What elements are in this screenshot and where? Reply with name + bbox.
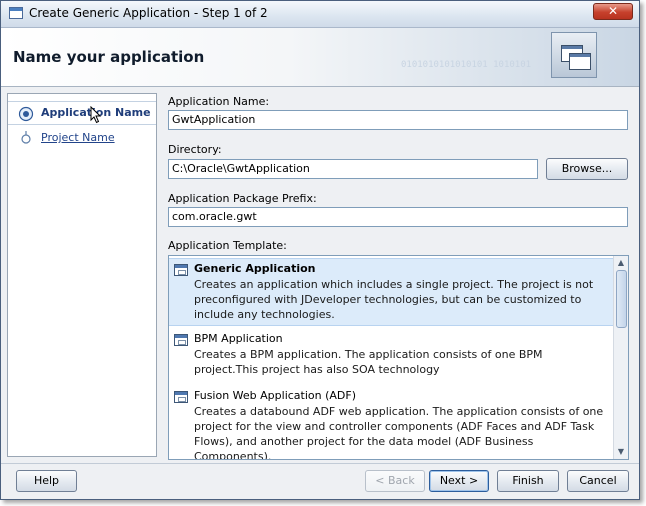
vertical-scrollbar[interactable]: ▲ ▼ (613, 256, 628, 459)
template-description: Creates a BPM application. The applicati… (194, 348, 543, 376)
template-name: Fusion Web Application (ADF) (194, 389, 357, 402)
directory-label: Directory: (168, 143, 222, 156)
dialog-window: Create Generic Application - Step 1 of 2… (0, 0, 640, 500)
app-name-field[interactable]: GwtApplication (168, 110, 628, 130)
template-name: BPM Application (194, 332, 283, 345)
wizard-header: Name your application 0101010101010101 1… (1, 28, 639, 87)
mouse-cursor-icon (90, 106, 102, 124)
finish-button[interactable]: Finish (497, 470, 559, 492)
browse-button[interactable]: Browse... (546, 158, 628, 180)
close-icon: ✕ (607, 4, 619, 18)
step-current-icon (18, 106, 34, 122)
step-pending-icon (21, 131, 31, 144)
app-name-label: Application Name: (168, 95, 270, 108)
cancel-button[interactable]: Cancel (567, 470, 629, 492)
wizard-steps-panel: Application Name Project Name (7, 93, 157, 457)
next-button[interactable]: Next > (429, 470, 489, 492)
scroll-up-icon[interactable]: ▲ (616, 258, 626, 268)
page-title: Name your application (13, 48, 205, 66)
template-description: Creates an application which includes a … (194, 278, 594, 321)
list-item-fusion-web-application[interactable]: Fusion Web Application (ADF) Creates a d… (169, 386, 614, 460)
window-title: Create Generic Application - Step 1 of 2 (29, 6, 268, 20)
scroll-thumb[interactable] (616, 270, 627, 328)
list-item-generic-application[interactable]: Generic Application Creates an applicati… (169, 258, 614, 326)
binary-watermark: 0101010101010101 1010101 (401, 60, 532, 70)
close-button[interactable]: ✕ (593, 3, 633, 20)
help-button[interactable]: Help (16, 470, 77, 492)
form-panel: Application Name: GwtApplication Directo… (168, 93, 630, 463)
template-name: Generic Application (194, 262, 316, 275)
package-prefix-field[interactable]: com.oracle.gwt (168, 207, 628, 227)
template-label: Application Template: (168, 239, 287, 252)
application-template-icon (174, 334, 188, 346)
wizard-windows-icon (551, 32, 597, 78)
scroll-down-icon[interactable]: ▼ (616, 447, 626, 457)
list-item-bpm-application[interactable]: BPM Application Creates a BPM applicatio… (169, 329, 614, 384)
title-bar: Create Generic Application - Step 1 of 2… (1, 1, 639, 28)
application-icon (9, 7, 23, 19)
footer-divider (1, 463, 639, 464)
package-prefix-label: Application Package Prefix: (168, 192, 317, 205)
template-description: Creates a databound ADF web application.… (194, 405, 604, 460)
sidebar-item-label: Project Name (41, 131, 115, 144)
back-button[interactable]: < Back (365, 470, 425, 492)
sidebar-item-application-name[interactable]: Application Name (8, 101, 156, 125)
application-template-icon (174, 391, 188, 403)
directory-field[interactable]: C:\Oracle\GwtApplication (168, 159, 538, 179)
template-list[interactable]: Generic Application Creates an applicati… (168, 255, 629, 460)
application-template-icon (174, 264, 188, 276)
sidebar-item-project-name[interactable]: Project Name (8, 127, 156, 149)
